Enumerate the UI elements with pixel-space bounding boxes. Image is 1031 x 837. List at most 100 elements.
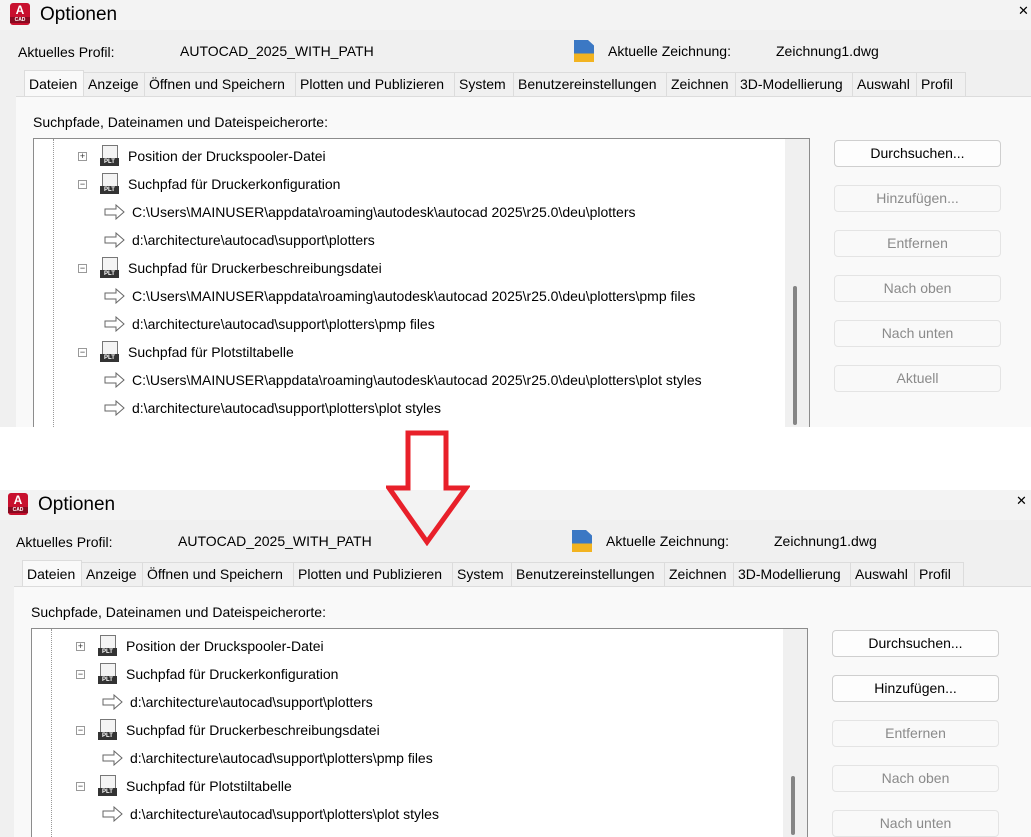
plt-file-icon: PLT [97, 635, 117, 657]
plt-file-icon: PLT [97, 719, 117, 741]
options-dialog-after: A CAD Optionen ✕ Aktuelles Profil: AUTOCAD_20… [0, 490, 1031, 837]
tab-zeichnen[interactable]: Zeichnen [666, 72, 736, 96]
plt-label: PLT [98, 788, 117, 796]
profile-value: AUTOCAD_2025_WITH_PATH [180, 43, 374, 59]
durchsuchen-button[interactable]: Durchsuchen... [832, 630, 999, 657]
plt-label: PLT [98, 676, 117, 684]
tree-item[interactable]: d:\architecture\autocad\support\plotters… [104, 313, 435, 335]
tree-item-label: Suchpfad für Druckerbeschreibungsdatei [128, 260, 382, 276]
tree-item[interactable]: d:\architecture\autocad\support\plotters… [102, 747, 433, 769]
tree-item[interactable]: C:\Users\MAINUSER\appdata\roaming\autode… [104, 201, 636, 223]
title-bar [0, 0, 1031, 30]
tree-item-label: d:\architecture\autocad\support\plotters… [130, 750, 433, 766]
tree-item[interactable]: − PLT Suchpfad für Druckerbeschreibungsdat… [76, 719, 380, 741]
tree-item-label: Suchpfad für Druckerkonfiguration [128, 176, 341, 192]
plt-file-icon: PLT [99, 341, 119, 363]
plt-file-icon: PLT [99, 257, 119, 279]
dialog-title: Optionen [40, 4, 118, 25]
close-icon[interactable]: ✕ [1018, 3, 1029, 19]
path-arrow-icon [104, 399, 126, 417]
tree-item[interactable]: + PLT Position der Druckspooler-Datei [76, 635, 324, 657]
close-icon[interactable]: ✕ [1016, 493, 1027, 509]
scrollbar-thumb[interactable] [793, 286, 797, 425]
tree-item-label: d:\architecture\autocad\support\plotters… [132, 400, 441, 416]
section-label: Suchpfade, Dateinamen und Dateispeichero… [31, 604, 326, 620]
tab-profil[interactable]: Profil [914, 562, 964, 586]
expand-icon[interactable]: + [78, 151, 87, 161]
tab-3d-modellierung[interactable]: 3D-Modellierung [735, 72, 853, 96]
tree-item[interactable]: d:\architecture\autocad\support\plotters [104, 229, 375, 251]
vertical-scrollbar[interactable] [783, 629, 807, 837]
plt-file-icon: PLT [97, 663, 117, 685]
tab-auswahl[interactable]: Auswahl [852, 72, 917, 96]
expand-icon[interactable]: + [76, 641, 85, 651]
tab-anzeige[interactable]: Anzeige [81, 562, 143, 586]
collapse-icon[interactable]: − [78, 179, 87, 189]
app-icon-sub: CAD [10, 17, 30, 23]
tree-item[interactable]: − PLT Suchpfad für Plotstiltabelle [76, 775, 292, 797]
dialog-title: Optionen [38, 494, 116, 515]
tab-plotten-und-publizieren[interactable]: Plotten und Publizieren [293, 562, 453, 586]
tree-item[interactable]: − PLT Suchpfad für Druckerbeschreibungsdat… [78, 257, 382, 279]
tree-item[interactable]: − PLT Suchpfad für Druckerkonfiguration [78, 173, 340, 195]
collapse-icon[interactable]: − [76, 725, 85, 735]
tab-system[interactable]: System [452, 562, 512, 586]
tab-öffnen-und-speichern[interactable]: Öffnen und Speichern [144, 72, 296, 96]
tab-dateien[interactable]: Dateien [24, 70, 84, 96]
tab-benutzereinstellungen[interactable]: Benutzereinstellungen [511, 562, 665, 586]
search-path-tree[interactable]: + PLT Position der Druckspooler-Datei − PLT S… [33, 138, 810, 427]
app-icon-letter: A [15, 3, 25, 17]
nach-unten-button: Nach unten [832, 810, 999, 837]
nach-oben-button: Nach oben [834, 275, 1001, 302]
vertical-scrollbar[interactable] [785, 139, 809, 427]
tree-item[interactable]: d:\architecture\autocad\support\plotters… [102, 803, 439, 825]
plt-file-icon: PLT [99, 145, 119, 167]
search-path-tree[interactable]: + PLT Position der Druckspooler-Datei − PLT S… [31, 628, 808, 837]
tree-item[interactable]: C:\Users\MAINUSER\appdata\roaming\autode… [104, 285, 695, 307]
collapse-icon[interactable]: − [76, 669, 85, 679]
collapse-icon[interactable]: − [78, 263, 87, 273]
tree-item[interactable]: − PLT Suchpfad für Druckerkonfiguration [76, 663, 338, 685]
tree-item[interactable]: − PLT Suchpfad für Plotstiltabelle [78, 341, 294, 363]
tab-öffnen-und-speichern[interactable]: Öffnen und Speichern [142, 562, 294, 586]
durchsuchen-button[interactable]: Durchsuchen... [834, 140, 1001, 167]
tab-plotten-und-publizieren[interactable]: Plotten und Publizieren [295, 72, 455, 96]
plt-page [100, 663, 116, 677]
collapse-icon[interactable]: − [78, 347, 87, 357]
drawing-value: Zeichnung1.dwg [776, 43, 879, 59]
app-icon-letter: A [13, 493, 23, 507]
nach-unten-button: Nach unten [834, 320, 1001, 347]
tab-auswahl[interactable]: Auswahl [850, 562, 915, 586]
drawing-label: Aktuelle Zeichnung: [606, 533, 729, 549]
tree-item[interactable]: d:\architecture\autocad\support\plotters… [104, 397, 441, 419]
profile-label: Aktuelles Profil: [16, 534, 113, 550]
tab-anzeige[interactable]: Anzeige [83, 72, 145, 96]
plt-label: PLT [100, 186, 119, 194]
tree-item[interactable]: + PLT Position der Druckspooler-Datei [78, 145, 326, 167]
tree-item[interactable]: C:\Users\MAINUSER\appdata\roaming\autode… [104, 369, 702, 391]
tree-item[interactable]: d:\architecture\autocad\support\plotters [102, 691, 373, 713]
tab-3d-modellierung[interactable]: 3D-Modellierung [733, 562, 851, 586]
app-icon-sub: CAD [8, 507, 28, 513]
tab-profil[interactable]: Profil [916, 72, 966, 96]
path-arrow-icon [104, 371, 126, 389]
path-arrow-icon [104, 203, 126, 221]
tab-zeichnen[interactable]: Zeichnen [664, 562, 734, 586]
drawing-icon [572, 530, 592, 552]
autocad-app-icon: A CAD [8, 493, 28, 515]
tab-benutzereinstellungen[interactable]: Benutzereinstellungen [513, 72, 667, 96]
tree-item-label: d:\architecture\autocad\support\plotters [130, 694, 373, 710]
hinzufügen-button[interactable]: Hinzufügen... [832, 675, 999, 702]
collapse-icon[interactable]: − [76, 781, 85, 791]
tab-dateien[interactable]: Dateien [22, 560, 82, 586]
scrollbar-thumb[interactable] [791, 776, 795, 835]
drawing-label: Aktuelle Zeichnung: [608, 43, 731, 59]
plt-label: PLT [100, 158, 119, 166]
plt-label: PLT [100, 354, 119, 362]
down-arrow-icon [386, 430, 470, 546]
tab-system[interactable]: System [454, 72, 514, 96]
entfernen-button: Entfernen [832, 720, 999, 747]
plt-label: PLT [98, 732, 117, 740]
path-arrow-icon [104, 287, 126, 305]
drawing-icon [574, 40, 594, 62]
